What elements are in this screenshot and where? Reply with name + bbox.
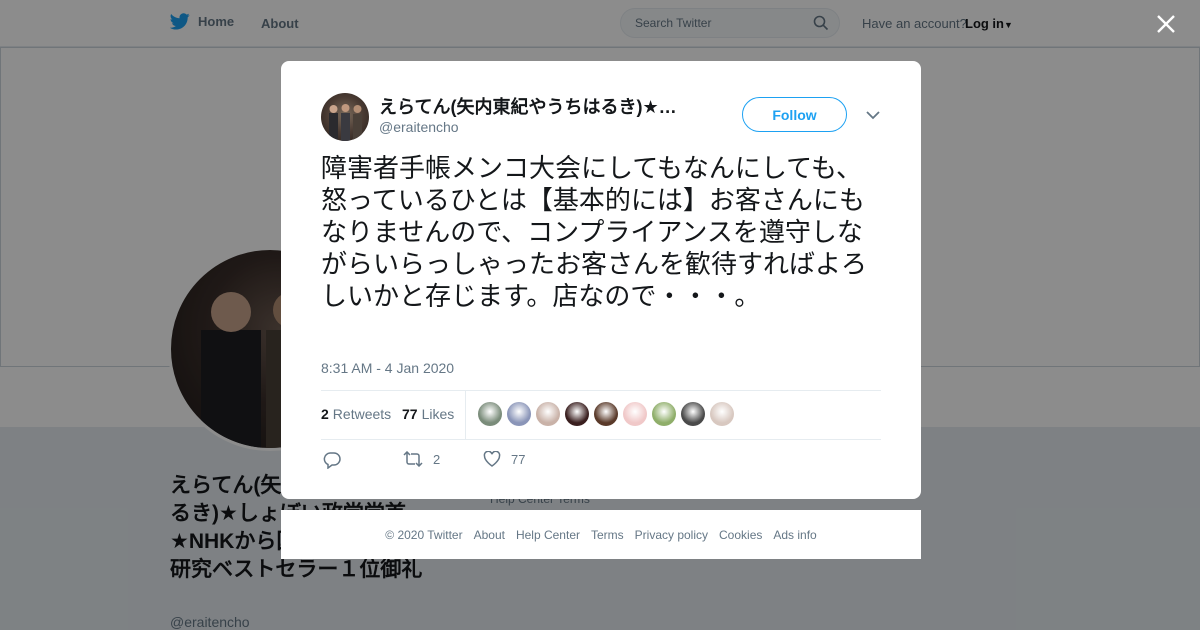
tweet-stats: 2 Retweets 77 Likes — [321, 390, 881, 440]
footer-privacy-link[interactable]: Privacy policy — [635, 528, 708, 542]
liker-avatar[interactable] — [594, 402, 618, 426]
author-name[interactable]: えらてん(矢内東紀やうちはるき)★… — [379, 93, 689, 119]
liker-avatar[interactable] — [478, 402, 502, 426]
liker-avatar[interactable] — [565, 402, 589, 426]
author-handle[interactable]: @eraitencho — [379, 119, 459, 135]
reply-button[interactable] — [323, 451, 341, 469]
liker-avatar[interactable] — [681, 402, 705, 426]
footer-cookies-link[interactable]: Cookies — [719, 528, 762, 542]
footer-ads-link[interactable]: Ads info — [773, 528, 816, 542]
liker-avatar[interactable] — [536, 402, 560, 426]
tweet-actions: 2 77 — [321, 449, 621, 473]
footer-terms-link[interactable]: Terms — [591, 528, 624, 542]
footer-about-link[interactable]: About — [474, 528, 505, 542]
liker-avatar[interactable] — [507, 402, 531, 426]
likes-count: 77 — [402, 406, 418, 422]
stats-divider — [465, 391, 466, 439]
liker-avatar[interactable] — [652, 402, 676, 426]
likes-label: Likes — [421, 406, 455, 422]
retweets-stat[interactable]: 2 Retweets — [321, 406, 391, 422]
tweet-text: 障害者手帳メンコ大会にしてもなんにしても、怒っているひとは【基本的には】お客さん… — [321, 154, 868, 312]
author-avatar[interactable] — [321, 93, 369, 141]
close-icon[interactable] — [1154, 12, 1178, 36]
follow-button[interactable]: Follow — [742, 97, 847, 132]
liker-avatar[interactable] — [623, 402, 647, 426]
retweet-icon — [403, 451, 423, 467]
retweets-label: Retweets — [332, 406, 392, 422]
heart-icon — [483, 451, 501, 467]
reply-icon — [323, 452, 341, 469]
chevron-down-icon[interactable] — [865, 109, 881, 121]
retweets-count: 2 — [321, 406, 329, 422]
tweet-modal: えらてん(矢内東紀やうちはるき)★… @eraitencho Follow 障害… — [281, 61, 921, 499]
footer-help-link[interactable]: Help Center — [516, 528, 580, 542]
tweet-timestamp[interactable]: 8:31 AM - 4 Jan 2020 — [321, 360, 454, 376]
retweet-count: 2 — [433, 451, 441, 467]
like-count: 77 — [511, 451, 526, 467]
likes-stat[interactable]: 77 Likes — [402, 406, 454, 422]
liker-avatars — [478, 402, 739, 426]
footer-copyright: © 2020 Twitter — [385, 527, 463, 542]
liker-avatar[interactable] — [710, 402, 734, 426]
retweet-button[interactable]: 2 — [403, 451, 440, 467]
modal-footer: © 2020 Twitter About Help Center Terms P… — [281, 510, 921, 559]
author-avatar-photo — [329, 104, 362, 141]
like-button[interactable]: 77 — [483, 451, 525, 467]
